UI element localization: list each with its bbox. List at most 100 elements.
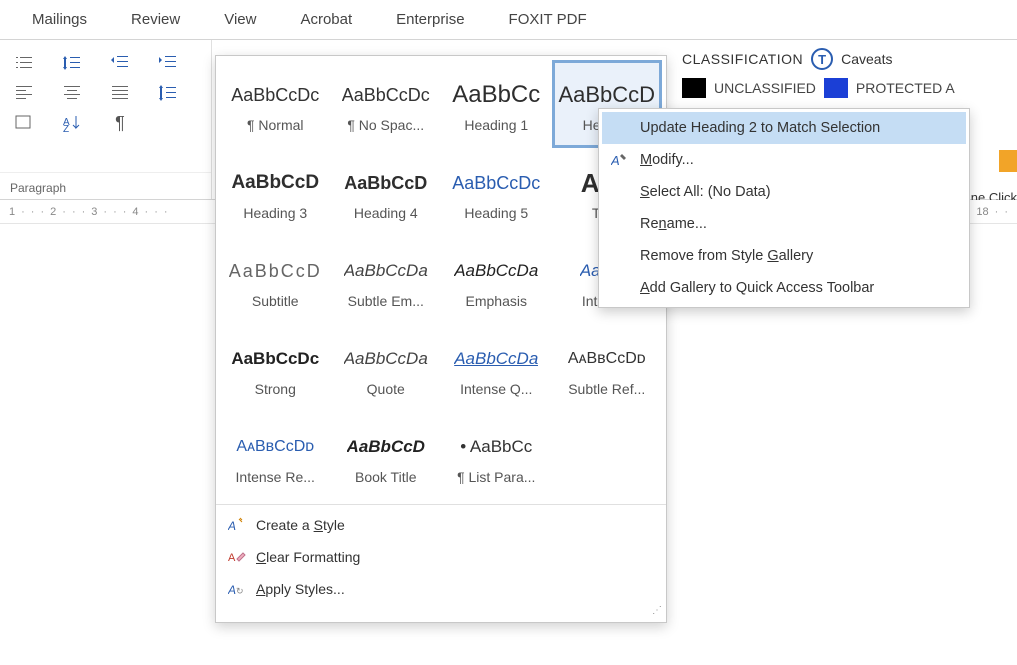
- style-preview: AaBbCcD: [344, 163, 427, 203]
- align-justify-icon[interactable]: [102, 82, 138, 104]
- svg-text:A: A: [228, 519, 236, 533]
- decrease-indent-icon[interactable]: [102, 52, 138, 74]
- style-subtle-em-[interactable]: AaBbCcDaSubtle Em...: [331, 236, 442, 324]
- style-name: Intense Re...: [236, 469, 315, 485]
- style-name: ¶ Normal: [247, 117, 304, 133]
- style-name: Quote: [367, 381, 405, 397]
- tab-view[interactable]: View: [202, 0, 278, 39]
- line-spacing-icon[interactable]: [54, 52, 90, 74]
- svg-text:A: A: [228, 552, 236, 564]
- ctx-update-label: Update Heading 2 to Match Selection: [640, 120, 880, 136]
- style-heading-3[interactable]: AaBbCcD Heading 3: [220, 148, 331, 236]
- ruler-num: 2: [50, 206, 56, 218]
- apply-styles-icon: A↻: [228, 581, 246, 597]
- pilcrow-icon[interactable]: ¶: [102, 112, 138, 134]
- blue-swatch[interactable]: [824, 78, 848, 98]
- increase-indent-icon[interactable]: [150, 52, 186, 74]
- protected-a-label[interactable]: PROTECTED A: [856, 80, 955, 96]
- tab-mailings[interactable]: Mailings: [10, 0, 109, 39]
- clear-formatting[interactable]: A Clear Formatting: [216, 541, 666, 573]
- style-name: ¶ List Para...: [457, 469, 535, 485]
- border-icon[interactable]: [6, 112, 42, 134]
- style-quote[interactable]: AaBbCcDa Quote: [331, 324, 442, 412]
- create-style-icon: A: [228, 517, 246, 533]
- context-menu: Update Heading 2 to Match Selection A Mo…: [598, 108, 970, 308]
- style-name: Book Title: [355, 469, 416, 485]
- style-book-title[interactable]: AaBbCcD Book Title: [331, 412, 442, 500]
- ctx-modify-label: Modify...: [640, 152, 694, 168]
- style-preview: AaBbCcDa: [454, 339, 538, 379]
- ctx-remove-label: Remove from Style Gallery: [640, 248, 813, 264]
- ctx-add-qat[interactable]: Add Gallery to Quick Access Toolbar: [602, 272, 966, 304]
- style-subtle-ref-[interactable]: AᴀBʙCᴄDᴅSubtle Ref...: [552, 324, 663, 412]
- style-subtitle[interactable]: AaBbCcDSubtitle: [220, 236, 331, 324]
- align-left-icon[interactable]: [6, 82, 42, 104]
- style-strong[interactable]: AaBbCcDcStrong: [220, 324, 331, 412]
- style--no-spac-[interactable]: AaBbCcDc ¶ No Spac...: [331, 60, 442, 148]
- ruler-num: 3: [91, 206, 97, 218]
- style-name: Heading 3: [243, 205, 307, 221]
- style-preview: AaBbCcDa: [454, 251, 538, 291]
- list-icon[interactable]: [6, 52, 42, 74]
- style-preview: AaBbCc: [452, 75, 540, 115]
- ctx-remove-gallery[interactable]: Remove from Style Gallery: [602, 240, 966, 272]
- style-preview: AaBbCcD: [229, 251, 322, 291]
- unclassified-label[interactable]: UNCLASSIFIED: [714, 80, 816, 96]
- caveats-icon[interactable]: T: [811, 48, 833, 70]
- ruler-num: 4: [132, 206, 138, 218]
- align-center-icon[interactable]: [54, 82, 90, 104]
- style-name: Emphasis: [466, 293, 527, 309]
- gallery-footer: A Create a Style A Clear Formatting A↻ A…: [216, 504, 666, 622]
- style-name: Heading 5: [464, 205, 528, 221]
- ctx-select-all[interactable]: Select All: (No Data): [602, 176, 966, 208]
- style-preview: AaBbCcDa: [344, 251, 428, 291]
- style--list-para-[interactable]: • AaBbCc ¶ List Para...: [441, 412, 552, 500]
- style-preview: AaBbCcDc: [231, 75, 319, 115]
- ruler-num: 18: [976, 206, 988, 218]
- ctx-rename[interactable]: Rename...: [602, 208, 966, 240]
- create-style[interactable]: A Create a Style: [216, 509, 666, 541]
- style-name: Heading 1: [464, 117, 528, 133]
- create-style-label: Create a Style: [256, 517, 345, 533]
- style-preview: AaBbCcD: [231, 163, 319, 203]
- style-name: Subtle Ref...: [568, 381, 645, 397]
- style-name: Heading 4: [354, 205, 418, 221]
- ctx-modify[interactable]: A Modify...: [602, 144, 966, 176]
- ribbon-tabs: Mailings Review View Acrobat Enterprise …: [0, 0, 1017, 40]
- tab-foxit-pdf[interactable]: FOXIT PDF: [487, 0, 609, 39]
- ctx-update-match[interactable]: Update Heading 2 to Match Selection: [602, 112, 966, 144]
- black-swatch[interactable]: [682, 78, 706, 98]
- sort-icon[interactable]: AZ: [54, 112, 90, 134]
- line-height-icon[interactable]: [150, 82, 186, 104]
- style-preview: AaBbCcDc: [231, 339, 319, 379]
- resize-grip[interactable]: ⋰: [216, 605, 666, 618]
- style-intense-q-[interactable]: AaBbCcDaIntense Q...: [441, 324, 552, 412]
- style-heading-5[interactable]: AaBbCcDc Heading 5: [441, 148, 552, 236]
- style-heading-4[interactable]: AaBbCcD Heading 4: [331, 148, 442, 236]
- style-preview: • AaBbCc: [460, 427, 532, 467]
- tab-enterprise[interactable]: Enterprise: [374, 0, 486, 39]
- tab-acrobat[interactable]: Acrobat: [278, 0, 374, 39]
- ctx-select-all-label: Select All: (No Data): [640, 184, 771, 200]
- caveats-label: Caveats: [841, 51, 892, 67]
- classification-area: CLASSIFICATION T Caveats UNCLASSIFIED PR…: [682, 48, 955, 98]
- style-name: ¶ No Spac...: [347, 117, 424, 133]
- clear-formatting-label: Clear Formatting: [256, 549, 360, 565]
- apply-styles-label: Apply Styles...: [256, 581, 345, 597]
- paragraph-group-label: Paragraph: [0, 172, 211, 199]
- style--normal[interactable]: AaBbCcDc ¶ Normal: [220, 60, 331, 148]
- svg-text:Z: Z: [63, 124, 69, 133]
- modify-icon: A: [610, 150, 630, 170]
- style-intense-re-[interactable]: AᴀBʙCᴄDᴅIntense Re...: [220, 412, 331, 500]
- style-preview: AaBbCcDa: [344, 339, 428, 379]
- style-preview: AaBbCcD: [347, 427, 425, 467]
- style-heading-1[interactable]: AaBbCc Heading 1: [441, 60, 552, 148]
- tab-review[interactable]: Review: [109, 0, 202, 39]
- style-emphasis[interactable]: AaBbCcDa Emphasis: [441, 236, 552, 324]
- style-preview: AaBbCcDc: [452, 163, 540, 203]
- apply-styles[interactable]: A↻ Apply Styles...: [216, 573, 666, 605]
- style-preview: AaBbCcDc: [342, 75, 430, 115]
- ctx-add-qat-label: Add Gallery to Quick Access Toolbar: [640, 280, 874, 296]
- svg-text:A: A: [611, 153, 620, 168]
- orange-swatch[interactable]: [999, 150, 1017, 172]
